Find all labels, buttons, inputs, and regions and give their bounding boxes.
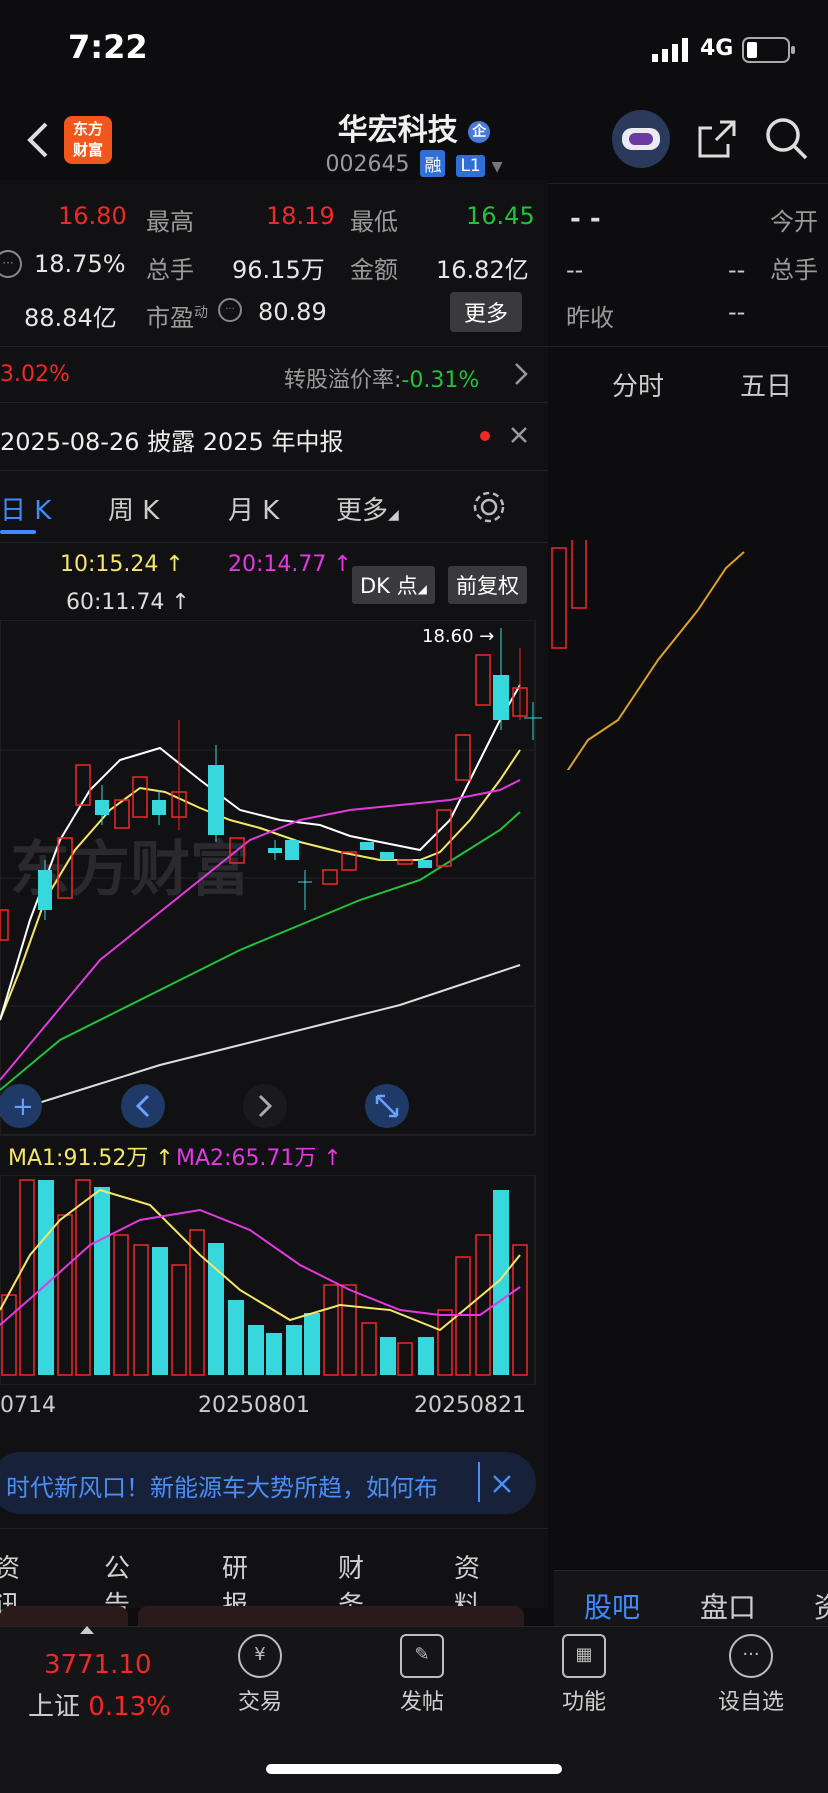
nav-trade[interactable]: ¥ 交易 xyxy=(220,1634,300,1716)
more-button[interactable]: 更多 xyxy=(450,292,523,332)
banner-close-icon[interactable] xyxy=(492,1474,512,1498)
vol-ma2-label: MA2:65.71万 ↑ xyxy=(176,1146,342,1171)
adjust-button[interactable]: 前复权 xyxy=(448,566,527,604)
right-value: -- xyxy=(728,298,746,326)
search-icon[interactable] xyxy=(764,116,810,166)
intraday-chart[interactable] xyxy=(548,540,828,770)
volume-chart[interactable] xyxy=(0,1175,548,1385)
network-label: 4G xyxy=(700,36,734,61)
share-icon[interactable] xyxy=(696,118,738,164)
nav-post[interactable]: ✎ 发帖 xyxy=(382,1634,462,1716)
tab-indicator xyxy=(0,530,36,534)
ma20-label: 20:14.77 ↑ xyxy=(228,552,352,577)
tab-content-preview xyxy=(0,1606,128,1626)
divider xyxy=(0,542,548,543)
home-indicator xyxy=(266,1764,562,1774)
notice-dot xyxy=(480,431,490,441)
edit-icon: ✎ xyxy=(400,1634,444,1678)
divider xyxy=(0,470,548,471)
index-value[interactable]: 3771.10 xyxy=(44,1650,152,1680)
promo-text[interactable]: 时代新风口！新能源车大势所趋，如何布 xyxy=(6,1468,438,1503)
divider xyxy=(0,1528,548,1529)
status-time: 7:22 xyxy=(68,28,148,66)
ma10-label: 10:15.24 ↑ xyxy=(60,552,184,577)
tab-orderbook[interactable]: 盘口 xyxy=(700,1586,756,1626)
settings-gear-icon[interactable] xyxy=(472,490,506,528)
tab-month-k[interactable]: 月 K xyxy=(228,490,279,527)
margin-tag: 融 xyxy=(420,150,446,177)
date-label: 0714 xyxy=(0,1393,56,1418)
tab-forum[interactable]: 股吧 xyxy=(584,1586,640,1626)
vol-ma1-label: MA1:91.52万 ↑ xyxy=(8,1146,174,1171)
open-label: 今开 xyxy=(770,208,818,236)
tab-five-day[interactable]: 五日 xyxy=(740,366,792,403)
dropdown-icon: ▼ xyxy=(491,159,503,175)
right-value: -- xyxy=(566,256,584,284)
nav-functions[interactable]: ▦ 功能 xyxy=(544,1634,624,1716)
kline-chart[interactable]: 东方财富 18.60 → + xyxy=(0,620,548,1140)
premium-rate[interactable]: 转股溢价率:-0.31% xyxy=(284,362,479,394)
volume-bars xyxy=(1,1179,528,1376)
battery-icon xyxy=(742,36,798,68)
enterprise-badge: 企 xyxy=(468,120,491,143)
dk-point-button[interactable]: DK 点◢ xyxy=(352,566,435,604)
tab-day-k[interactable]: 日 K xyxy=(0,490,51,527)
level-tag: L1 xyxy=(456,155,485,177)
index-info[interactable]: 上证 0.13% xyxy=(28,1686,171,1723)
chevron-right-icon[interactable] xyxy=(514,362,528,390)
tab-week-k[interactable]: 周 K xyxy=(108,490,159,527)
pe-info-icon: ··· xyxy=(218,298,242,322)
index-arrow xyxy=(80,1626,94,1634)
tab-data[interactable]: 资 xyxy=(814,1586,828,1626)
divider xyxy=(0,346,828,347)
notice-text[interactable]: 2025-08-26 披露 2025 年中报 xyxy=(0,422,343,457)
robot-avatar-icon[interactable] xyxy=(612,110,670,168)
divider xyxy=(0,402,548,403)
right-price-dash: - - xyxy=(570,204,601,234)
banner-divider xyxy=(478,1462,480,1502)
ma60-label: 60:11.74 ↑ xyxy=(66,590,190,615)
more-dots-icon: ··· xyxy=(729,1634,773,1678)
trade-icon: ¥ xyxy=(238,1634,282,1678)
date-label: 20250821 xyxy=(414,1393,526,1418)
tab-content-preview xyxy=(138,1606,524,1626)
signal-icon xyxy=(652,38,692,66)
close-icon[interactable] xyxy=(510,426,528,448)
tab-more[interactable]: 更多◢ xyxy=(336,490,399,527)
zoom-in-icon: + xyxy=(12,1092,34,1122)
volume-label: 总手 xyxy=(770,256,818,284)
grid-icon: ▦ xyxy=(562,1634,606,1678)
date-label: 20250801 xyxy=(198,1393,310,1418)
peak-label: 18.60 → xyxy=(422,626,494,647)
change-pct: 3.02% xyxy=(0,362,70,387)
prev-close-label: 昨收 xyxy=(566,304,614,332)
nav-watchlist[interactable]: ··· 设自选 xyxy=(706,1634,796,1716)
right-value: -- xyxy=(728,256,746,284)
tab-intraday[interactable]: 分时 xyxy=(612,366,664,403)
